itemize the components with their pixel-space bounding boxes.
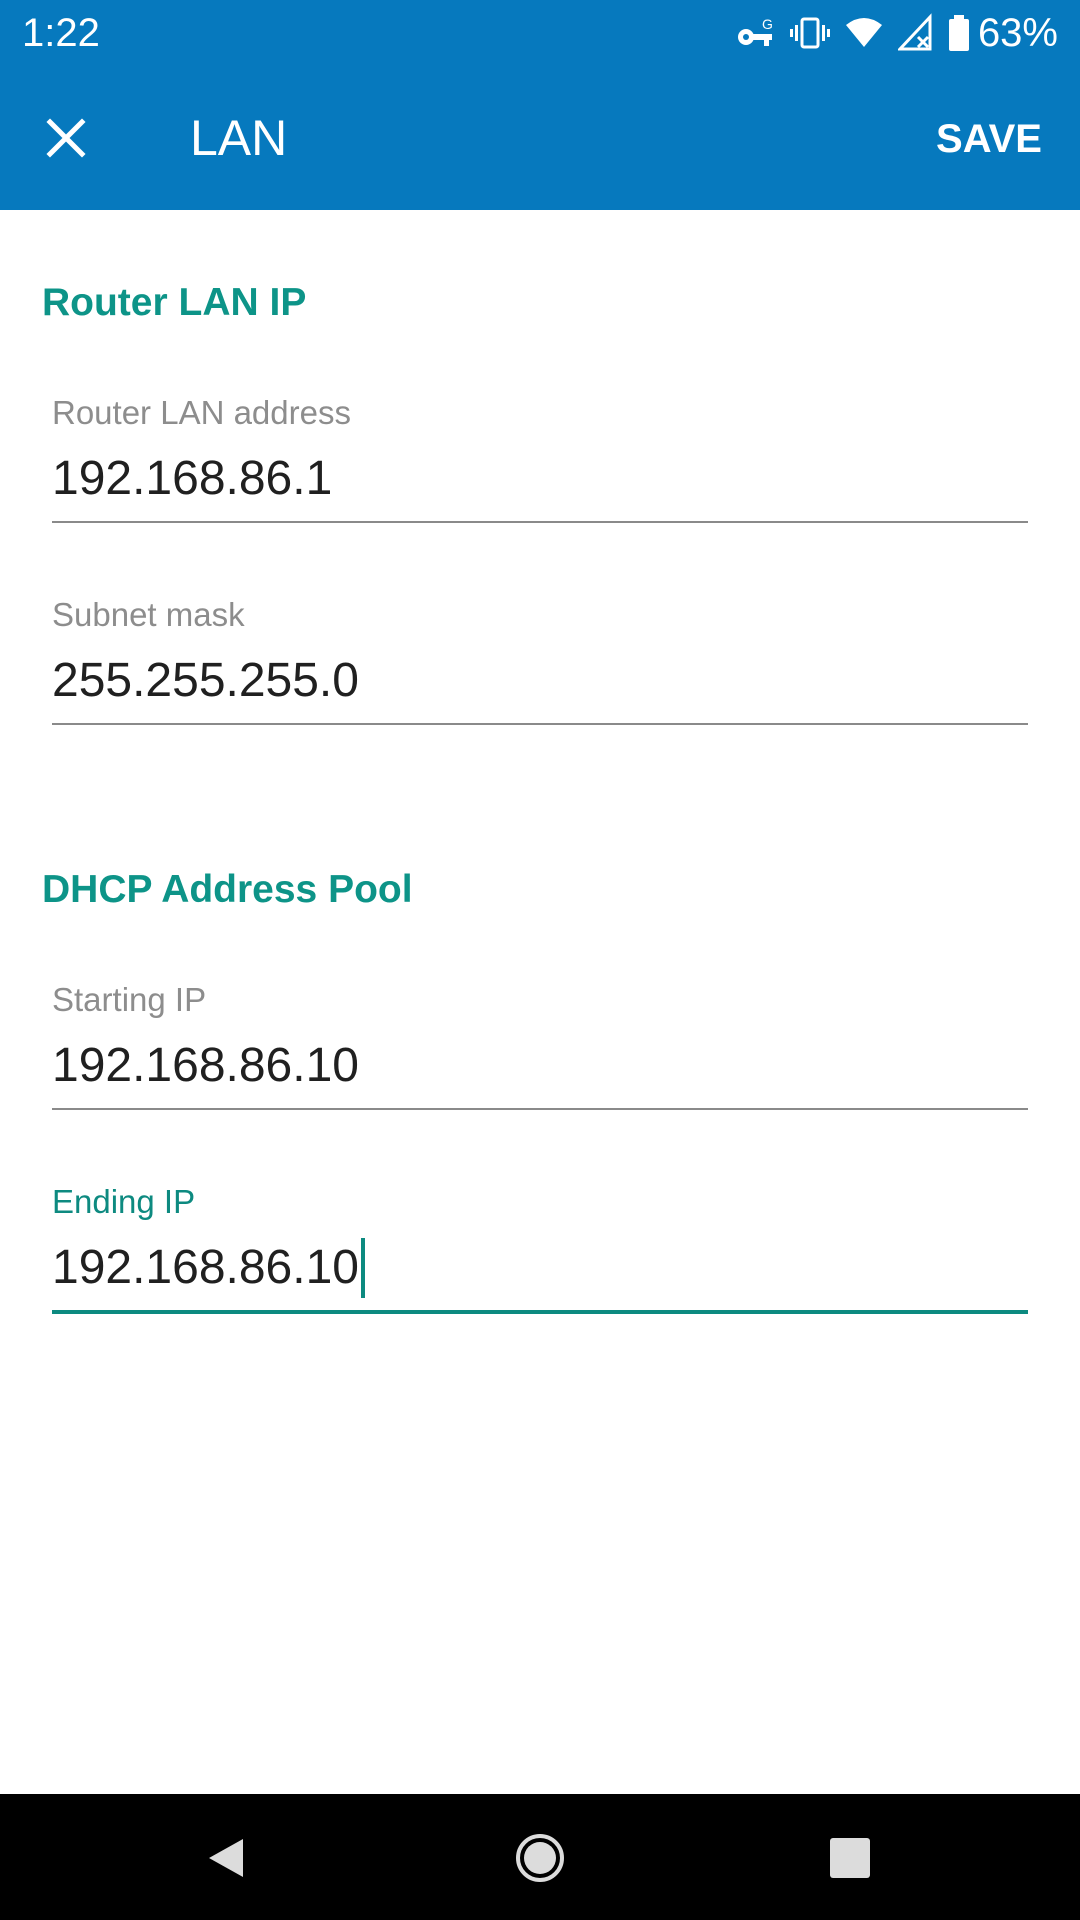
recents-button[interactable]	[814, 1822, 886, 1894]
status-bar: 1:22 G 63%	[0, 0, 1080, 66]
ending-ip-input[interactable]: 192.168.86.10	[52, 1238, 1028, 1298]
router-address-underline	[52, 521, 1028, 523]
battery-icon	[948, 13, 970, 53]
svg-text:G: G	[762, 16, 773, 32]
save-button[interactable]: SAVE	[936, 114, 1042, 164]
close-button[interactable]	[34, 106, 98, 170]
status-icons: G 63%	[722, 8, 1058, 58]
ending-ip-field: Ending IP 192.168.86.10	[52, 1182, 1028, 1314]
wifi-icon	[844, 13, 884, 53]
starting-ip-input[interactable]	[52, 1038, 1028, 1094]
ending-ip-underline	[52, 1310, 1028, 1314]
subnet-mask-field: Subnet mask	[52, 595, 1028, 725]
signal-off-icon	[897, 13, 934, 53]
ending-ip-label: Ending IP	[52, 1183, 196, 1220]
vibrate-icon	[789, 13, 830, 53]
subnet-mask-underline	[52, 723, 1028, 725]
router-address-field: Router LAN address	[52, 393, 1028, 523]
subnet-mask-label: Subnet mask	[52, 596, 245, 633]
router-address-label: Router LAN address	[52, 394, 351, 431]
recents-icon	[830, 1838, 870, 1878]
subnet-mask-input[interactable]	[52, 653, 1028, 709]
home-button[interactable]	[504, 1822, 576, 1894]
vpn-key-icon: G	[736, 13, 776, 53]
back-button[interactable]	[190, 1822, 262, 1894]
text-cursor	[360, 1238, 365, 1298]
starting-ip-field: Starting IP	[52, 980, 1028, 1110]
home-icon	[516, 1834, 564, 1882]
app-bar: LAN SAVE	[0, 66, 1080, 210]
navigation-bar	[0, 1794, 1080, 1920]
battery-percentage: 63%	[977, 11, 1058, 55]
status-time: 1:22	[22, 11, 100, 55]
section-header-router: Router LAN IP	[42, 281, 307, 324]
close-icon	[46, 118, 86, 158]
section-header-dhcp: DHCP Address Pool	[42, 868, 413, 911]
starting-ip-label: Starting IP	[52, 981, 207, 1018]
router-address-input[interactable]	[52, 451, 1028, 507]
ending-ip-value: 192.168.86.10	[52, 1241, 359, 1294]
page-title: LAN	[190, 110, 288, 166]
starting-ip-underline	[52, 1108, 1028, 1110]
back-icon	[209, 1839, 243, 1877]
